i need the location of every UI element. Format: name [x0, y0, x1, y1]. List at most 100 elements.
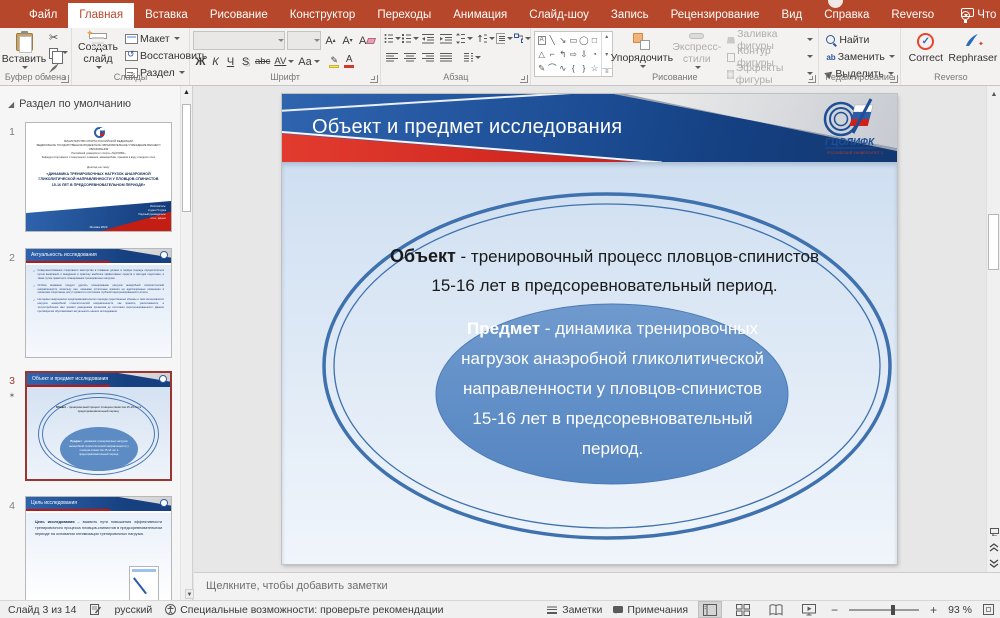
animation-star-icon[interactable]: ✶ [4, 391, 20, 400]
convert-to-smartart-button[interactable] [514, 31, 531, 46]
copy-button[interactable] [47, 46, 70, 60]
thumbnail-scroll-up[interactable]: ▲ [182, 88, 191, 98]
quick-styles-button[interactable]: Экспресс-стили [671, 31, 723, 73]
slide-3-thumbnail[interactable]: Объект и предмет исследования Объект - т… [25, 371, 172, 481]
zoom-slider[interactable] [849, 609, 919, 611]
tab-view[interactable]: Вид [770, 3, 813, 28]
paragraph-dialog-launcher[interactable] [520, 75, 528, 83]
zoom-in-button[interactable]: + [930, 605, 937, 615]
section-header[interactable]: ◢ Раздел по умолчанию [8, 98, 131, 110]
notes-splitter-handle[interactable]: ▼ [185, 589, 194, 599]
increase-indent-button[interactable] [438, 31, 455, 46]
thumbnail-scrollbar[interactable]: ▲ [180, 86, 192, 600]
object-text-box[interactable]: Объект - тренировочный процесс пловцов-с… [332, 242, 877, 300]
accessibility-checker[interactable]: Специальные возможности: проверьте реком… [165, 604, 443, 616]
shape-right-arrow-icon[interactable]: ⇨ [570, 49, 577, 60]
grow-font-button[interactable]: А [323, 32, 338, 49]
next-slide-button[interactable] [989, 557, 1000, 570]
normal-view-button[interactable] [699, 602, 721, 617]
paste-button[interactable]: Вставить [3, 31, 45, 73]
slide-counter[interactable]: Слайд 3 из 14 [8, 604, 77, 616]
reading-view-button[interactable] [765, 602, 787, 617]
shape-triangle-icon[interactable]: △ [538, 49, 545, 60]
scrollbar-mini-button[interactable] [989, 525, 1000, 538]
slide-editing-surface[interactable]: Объект и предмет исследования [282, 94, 897, 564]
tab-draw[interactable]: Рисование [199, 3, 279, 28]
tab-transitions[interactable]: Переходы [366, 3, 442, 28]
change-case-button[interactable]: Aa [296, 53, 321, 70]
tab-insert[interactable]: Вставка [134, 3, 199, 28]
spell-check-icon[interactable] [90, 604, 102, 615]
tab-reverso[interactable]: Reverso [880, 3, 945, 28]
notes-placeholder[interactable]: Щелкните, чтобы добавить заметки [206, 580, 388, 592]
shape-text-box-icon[interactable]: A [538, 36, 546, 45]
rephraser-button[interactable]: Rephraser [948, 31, 998, 73]
shape-down-arrow-icon[interactable]: ⇩ [580, 49, 587, 60]
bullets-button[interactable] [384, 31, 401, 46]
gallery-scroll-down[interactable]: ▾ [605, 51, 608, 58]
font-size-combo[interactable] [287, 31, 321, 50]
clipboard-dialog-launcher[interactable] [61, 75, 69, 83]
comments-toggle[interactable]: Примечания [613, 604, 688, 616]
align-text-button[interactable] [496, 31, 513, 46]
main-scrollbar[interactable]: ▲ [986, 86, 1000, 572]
slide-title-banner[interactable]: Объект и предмет исследования [282, 94, 897, 162]
notes-toggle[interactable]: Заметки [546, 604, 602, 616]
slide-sorter-view-button[interactable] [732, 602, 754, 617]
tab-file[interactable]: Файл [18, 3, 68, 28]
line-spacing-button[interactable] [456, 31, 473, 46]
new-slide-button[interactable]: Создать слайд [75, 31, 121, 73]
tab-home[interactable]: Главная [68, 3, 134, 28]
shape-elbow-arrow-icon[interactable]: ↰ [559, 49, 566, 60]
tab-design[interactable]: Конструктор [279, 3, 367, 28]
align-left-button[interactable] [384, 50, 401, 65]
shape-rectangle-icon[interactable]: ▭ [569, 35, 577, 46]
strikethrough-button[interactable]: abc [253, 53, 272, 70]
text-direction-button[interactable] [478, 31, 495, 46]
slide-body[interactable]: Объект - тренировочный процесс пловцов-с… [282, 162, 897, 564]
comments-bubble-icon[interactable] [961, 8, 974, 17]
text-highlight-button[interactable]: ✎ [327, 53, 342, 70]
scroll-thumb[interactable] [988, 214, 999, 270]
find-button[interactable]: Найти [824, 33, 897, 47]
font-color-button[interactable]: А [342, 53, 357, 70]
cut-button[interactable]: ✂ [47, 31, 70, 45]
section-collapse-icon[interactable]: ◢ [8, 100, 14, 109]
arrange-button[interactable]: Упорядочить [613, 31, 671, 73]
scroll-up-arrow[interactable]: ▲ [989, 89, 999, 101]
underline-button[interactable]: Ч [223, 53, 238, 70]
previous-slide-button[interactable] [989, 541, 1000, 554]
shape-elbow-icon[interactable]: ⌐ [550, 49, 555, 59]
tab-slideshow[interactable]: Слайд-шоу [518, 3, 600, 28]
zoom-out-button[interactable]: − [831, 605, 838, 615]
shape-pie-icon[interactable]: ◔ [592, 49, 597, 59]
zoom-slider-thumb[interactable] [891, 605, 895, 615]
drawing-dialog-launcher[interactable] [808, 75, 816, 83]
bold-button[interactable]: Ж [193, 53, 208, 70]
italic-button[interactable]: К [208, 53, 223, 70]
shape-arrow-icon[interactable]: ↘ [559, 35, 566, 46]
slide-4-thumbnail[interactable]: Цель исследования Цель исследования – вы… [25, 496, 172, 600]
clear-formatting-button[interactable]: А [357, 32, 377, 49]
align-center-button[interactable] [402, 50, 419, 65]
slideshow-view-button[interactable] [798, 602, 820, 617]
notes-pane[interactable]: ▼ Щелкните, чтобы добавить заметки [194, 572, 1000, 600]
subject-text-box[interactable]: Предмет - динамика тренировочных нагрузо… [440, 314, 785, 464]
numbering-button[interactable] [402, 31, 419, 46]
tab-help[interactable]: Справка [813, 3, 880, 28]
tab-record[interactable]: Запись [600, 3, 660, 28]
editing-dialog-launcher[interactable] [890, 75, 898, 83]
tab-review[interactable]: Рецензирование [660, 3, 771, 28]
font-dialog-launcher[interactable] [370, 75, 378, 83]
gallery-scroll-up[interactable]: ▴ [605, 33, 608, 40]
slide-2-thumbnail[interactable]: Актуальность исследования ✓Совершенствов… [25, 248, 172, 358]
font-name-combo[interactable] [193, 31, 285, 50]
shape-ellipse-icon[interactable]: ◯ [579, 35, 589, 46]
character-spacing-button[interactable]: AV [272, 53, 296, 70]
text-shadow-button[interactable]: S [238, 53, 253, 70]
zoom-level[interactable]: 93 % [948, 604, 972, 616]
columns-button[interactable] [464, 50, 481, 65]
shape-line-icon[interactable]: ╲ [550, 35, 555, 46]
slide-title[interactable]: Объект и предмет исследования [312, 116, 622, 139]
tab-animations[interactable]: Анимация [442, 3, 518, 28]
